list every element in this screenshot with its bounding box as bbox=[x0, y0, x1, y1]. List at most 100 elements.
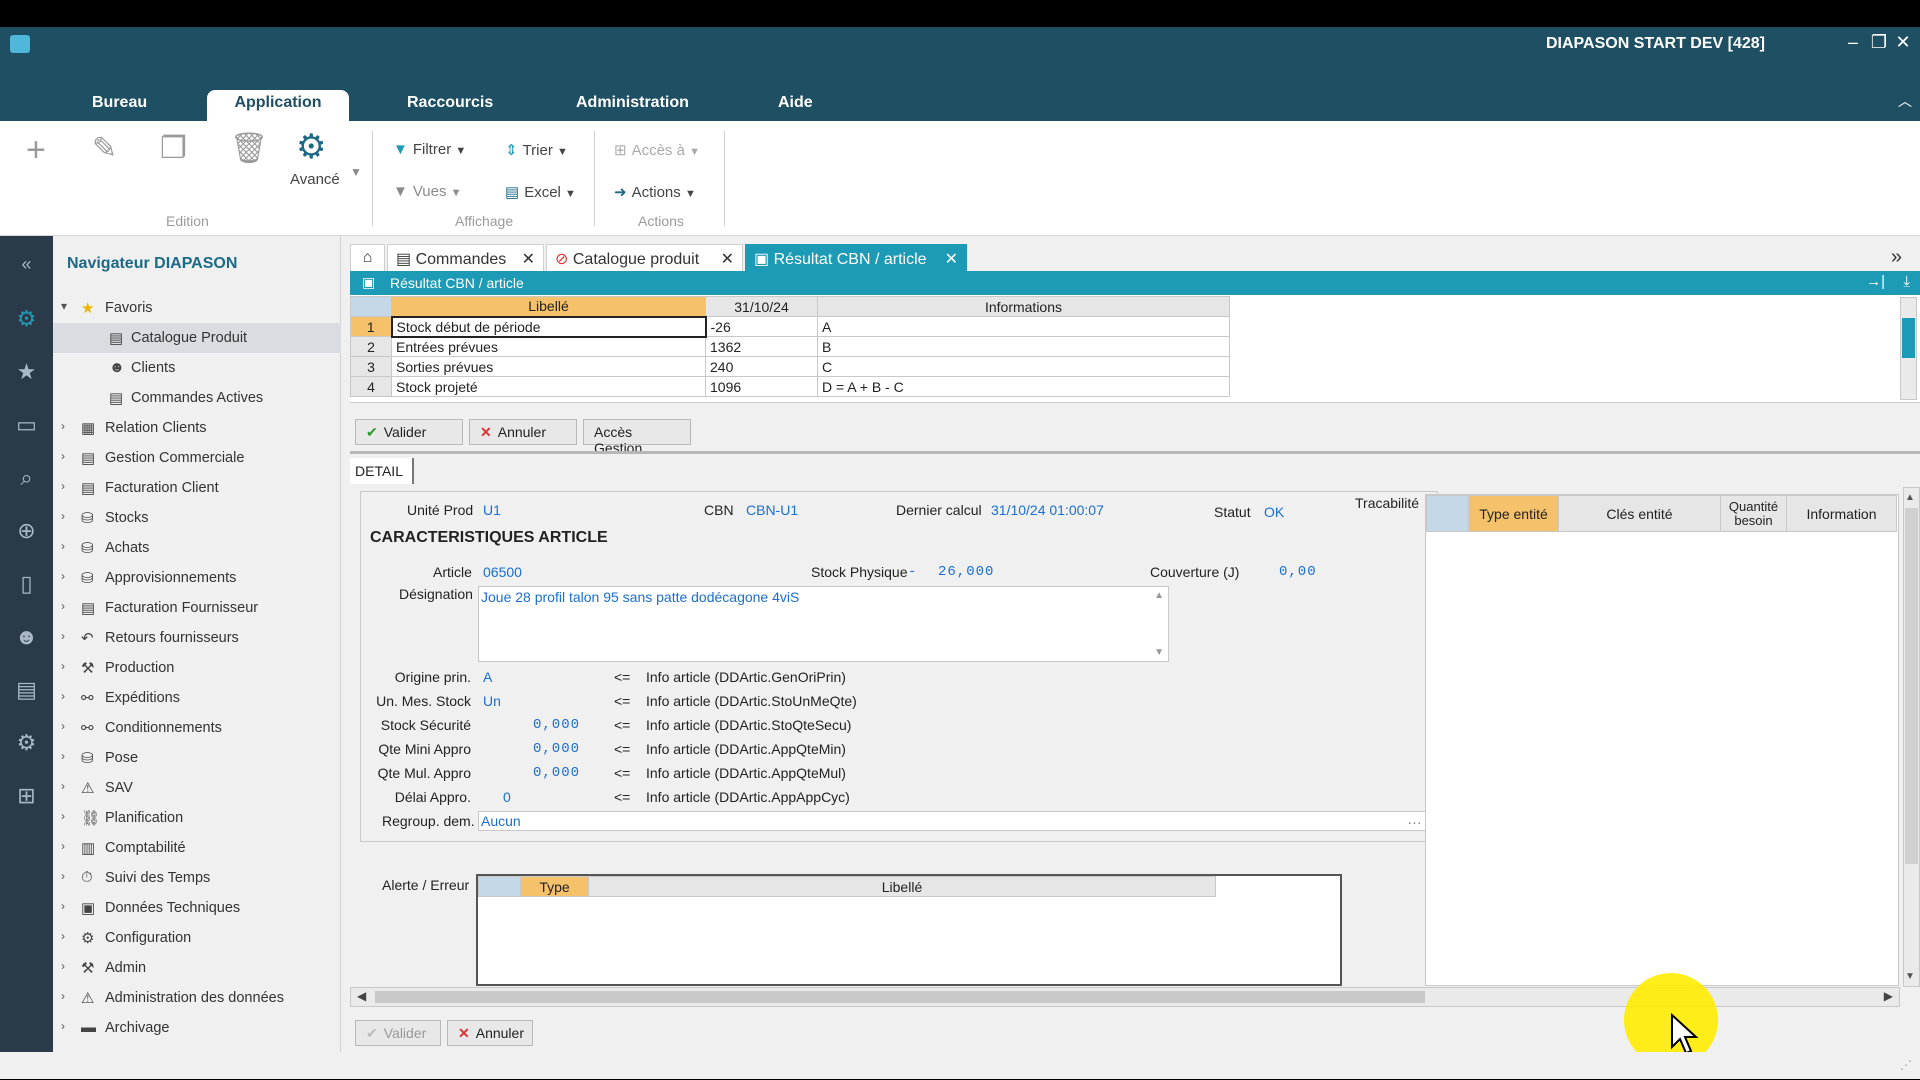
table-row[interactable]: 2 Entrées prévues 1362 B bbox=[350, 336, 1230, 357]
ellipsis-icon[interactable]: … bbox=[1407, 811, 1422, 828]
sitemap-icon[interactable]: ⊞ bbox=[0, 783, 53, 809]
splitter[interactable] bbox=[350, 451, 1920, 454]
grid-scrollbar[interactable] bbox=[1900, 297, 1917, 400]
nav-favorite-clients[interactable]: ☻ Clients bbox=[53, 353, 341, 383]
nav-item[interactable]: › ⚠ SAV bbox=[53, 773, 341, 803]
tab-detail[interactable]: DETAIL bbox=[350, 458, 414, 484]
actions-button[interactable]: ➜ Actions ▼ bbox=[614, 183, 696, 201]
chevron-right-icon[interactable]: › bbox=[61, 719, 65, 733]
nav-item[interactable]: › ⚒ Admin bbox=[53, 953, 341, 983]
scroll-down-icon[interactable]: ▼ bbox=[1905, 971, 1915, 982]
cell-value[interactable]: 1096 bbox=[705, 376, 818, 397]
more-tabs-icon[interactable]: » bbox=[1891, 246, 1902, 269]
edit-icon[interactable]: ✎ bbox=[92, 131, 117, 166]
nav-item[interactable]: › ⚙ Configuration bbox=[53, 923, 341, 953]
nav-item[interactable]: › ⚠ Administration des données bbox=[53, 983, 341, 1013]
chevron-right-icon[interactable]: › bbox=[61, 599, 65, 613]
menu-administration[interactable]: Administration bbox=[576, 94, 689, 112]
nav-item[interactable]: › ▣ Données Techniques bbox=[53, 893, 341, 923]
cell-value[interactable]: 240 bbox=[705, 356, 818, 377]
cell-value[interactable]: -26 bbox=[705, 316, 818, 337]
chevron-right-icon[interactable]: › bbox=[61, 899, 65, 913]
chevron-right-icon[interactable]: › bbox=[61, 479, 65, 493]
nav-item[interactable]: › ⏱ Suivi des Temps bbox=[53, 863, 341, 893]
search-icon[interactable]: ⌕ bbox=[0, 465, 53, 491]
cell-info[interactable]: B bbox=[817, 336, 1230, 357]
nav-favorite-catalogue[interactable]: ▤ Catalogue Produit bbox=[53, 323, 341, 353]
chevron-right-icon[interactable]: › bbox=[61, 539, 65, 553]
nav-item[interactable]: › ▥ Comptabilité bbox=[53, 833, 341, 863]
column-header[interactable]: Type bbox=[520, 876, 589, 897]
nav-item[interactable]: › ↶ Retours fournisseurs bbox=[53, 623, 341, 653]
column-header[interactable]: Type entité bbox=[1468, 495, 1559, 532]
close-tab-icon[interactable]: ✕ bbox=[721, 249, 734, 269]
chevron-right-icon[interactable]: › bbox=[61, 419, 65, 433]
briefcase-icon[interactable]: ▤ bbox=[0, 677, 53, 703]
document-icon[interactable]: ▯ bbox=[0, 571, 53, 597]
column-header[interactable]: Quantité besoin bbox=[1720, 495, 1787, 532]
home-tab[interactable]: ⌂ bbox=[350, 244, 385, 271]
chevron-right-icon[interactable]: › bbox=[61, 779, 65, 793]
chevron-right-icon[interactable]: › bbox=[61, 959, 65, 973]
monitor-icon[interactable]: ▭ bbox=[0, 412, 53, 438]
collapse-nav-icon[interactable]: « bbox=[0, 254, 53, 275]
nav-item[interactable]: › ▤ Facturation Client bbox=[53, 473, 341, 503]
column-header[interactable]: 31/10/24 bbox=[705, 296, 818, 317]
star-icon[interactable]: ★ bbox=[0, 359, 53, 385]
download-icon[interactable]: ⤓ bbox=[1903, 273, 1910, 290]
nav-item[interactable]: › ▦ Relation Clients bbox=[53, 413, 341, 443]
table-row[interactable]: 3 Sorties prévues 240 C bbox=[350, 356, 1230, 377]
nav-favorite-commandes[interactable]: ▤ Commandes Actives bbox=[53, 383, 341, 413]
menu-application[interactable]: Application bbox=[207, 90, 349, 121]
menu-raccourcis[interactable]: Raccourcis bbox=[407, 94, 493, 112]
designation-field[interactable]: Joue 28 profil talon 95 sans patte dodéc… bbox=[478, 586, 1169, 662]
annuler-bottom-button[interactable]: ✕ Annuler bbox=[447, 1020, 533, 1046]
excel-button[interactable]: ▤ Excel ▼ bbox=[505, 183, 576, 201]
nav-favoris[interactable]: ▾ ★ Favoris bbox=[53, 293, 341, 323]
corner-cell[interactable] bbox=[350, 296, 392, 317]
nav-item[interactable]: › ▤ Facturation Fournisseur bbox=[53, 593, 341, 623]
cell-info[interactable]: A bbox=[817, 316, 1230, 337]
column-header[interactable]: Informations bbox=[817, 296, 1230, 317]
nav-item[interactable]: › ⚯ Conditionnements bbox=[53, 713, 341, 743]
search-plus-icon[interactable]: ⊕ bbox=[0, 518, 53, 544]
cell-libelle[interactable]: Entrées prévues bbox=[391, 336, 706, 357]
scroll-thumb[interactable] bbox=[1905, 508, 1918, 864]
chevron-right-icon[interactable]: › bbox=[61, 869, 65, 883]
gear-icon[interactable]: ⚙ bbox=[296, 127, 326, 167]
chevron-right-icon[interactable]: › bbox=[61, 839, 65, 853]
scroll-left-icon[interactable]: ◀ bbox=[357, 989, 366, 1003]
tab-commandes[interactable]: ▤ Commandes ✕ bbox=[387, 244, 544, 271]
table-row[interactable]: 4 Stock projeté 1096 D = A + B - C bbox=[350, 376, 1230, 397]
cell-value[interactable]: 1362 bbox=[705, 336, 818, 357]
table-row[interactable]: 1 Stock début de période -26 A bbox=[350, 315, 1230, 338]
nav-item[interactable]: › ⛁ Approvisionnements bbox=[53, 563, 341, 593]
scroll-down-icon[interactable]: ▼ bbox=[1154, 647, 1164, 658]
acces-gestion-button[interactable]: Accès Gestion bbox=[583, 419, 691, 456]
scroll-thumb[interactable] bbox=[1902, 318, 1915, 358]
avance-dropdown-icon[interactable]: ▼ bbox=[350, 165, 362, 179]
network-icon[interactable]: ⚙ bbox=[0, 306, 53, 332]
chevron-right-icon[interactable]: › bbox=[61, 569, 65, 583]
trier-button[interactable]: ⇕ Trier ▼ bbox=[505, 141, 568, 159]
cell-libelle[interactable]: Sorties prévues bbox=[391, 356, 706, 377]
valider-bottom-button[interactable]: ✔ Valider bbox=[355, 1020, 441, 1046]
cell-info[interactable]: C bbox=[817, 356, 1230, 377]
resize-grip-icon[interactable]: ⋰ bbox=[1900, 1058, 1912, 1072]
nav-item[interactable]: › ⛁ Achats bbox=[53, 533, 341, 563]
chevron-right-icon[interactable]: › bbox=[61, 749, 65, 763]
regroup-field[interactable]: Aucun … bbox=[478, 811, 1427, 831]
column-header[interactable]: Information bbox=[1786, 495, 1897, 532]
scroll-thumb[interactable] bbox=[375, 991, 1425, 1003]
filtrer-button[interactable]: ▼ Filtrer ▼ bbox=[393, 141, 466, 158]
tab-resultat-cbn[interactable]: ▣ Résultat CBN / article ✕ bbox=[745, 244, 967, 271]
add-icon[interactable]: + bbox=[26, 131, 46, 170]
tab-catalogue-produit[interactable]: ⊘ Catalogue produit ✕ bbox=[546, 244, 743, 271]
close-tab-icon[interactable]: ✕ bbox=[945, 249, 958, 269]
chevron-right-icon[interactable]: › bbox=[61, 629, 65, 643]
acces-button[interactable]: ⊞ Accès à ▼ bbox=[614, 141, 700, 159]
scroll-right-icon[interactable]: ▶ bbox=[1884, 989, 1893, 1003]
users-icon[interactable]: ☻ bbox=[0, 624, 53, 650]
cell-libelle[interactable]: Stock début de période bbox=[390, 315, 707, 338]
column-header[interactable]: Libellé bbox=[391, 296, 706, 317]
